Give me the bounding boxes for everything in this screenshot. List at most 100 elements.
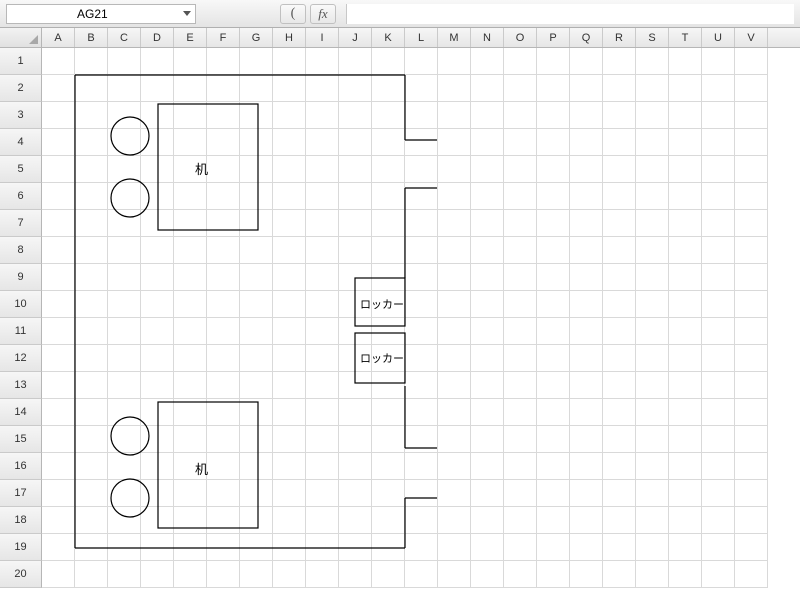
cell[interactable] (174, 507, 207, 534)
column-header[interactable]: O (504, 28, 537, 47)
cell[interactable] (636, 372, 669, 399)
cell[interactable] (669, 345, 702, 372)
cell[interactable] (405, 372, 438, 399)
cell[interactable] (405, 183, 438, 210)
cell[interactable] (702, 291, 735, 318)
column-header[interactable]: V (735, 28, 768, 47)
cell[interactable] (636, 399, 669, 426)
cell[interactable] (570, 318, 603, 345)
row-header[interactable]: 11 (0, 318, 42, 345)
cell[interactable] (702, 129, 735, 156)
cell[interactable] (669, 372, 702, 399)
cell[interactable] (108, 453, 141, 480)
cell[interactable] (471, 156, 504, 183)
cell[interactable] (537, 318, 570, 345)
cell[interactable] (141, 507, 174, 534)
cell[interactable] (42, 480, 75, 507)
cell[interactable] (141, 372, 174, 399)
cell[interactable] (471, 237, 504, 264)
cell[interactable] (273, 129, 306, 156)
cell[interactable] (603, 453, 636, 480)
cell[interactable] (240, 129, 273, 156)
cell[interactable] (669, 453, 702, 480)
cell[interactable] (405, 318, 438, 345)
cell[interactable] (339, 183, 372, 210)
cell[interactable] (207, 318, 240, 345)
cell[interactable] (669, 318, 702, 345)
cell[interactable] (438, 507, 471, 534)
cell[interactable] (42, 291, 75, 318)
cell[interactable] (240, 480, 273, 507)
cell[interactable] (537, 291, 570, 318)
cell[interactable] (735, 48, 768, 75)
cell[interactable] (207, 561, 240, 588)
cell[interactable] (504, 48, 537, 75)
cell[interactable] (141, 291, 174, 318)
cell[interactable] (339, 534, 372, 561)
cell[interactable] (669, 48, 702, 75)
cell[interactable] (75, 210, 108, 237)
cell[interactable] (75, 453, 108, 480)
fx-button[interactable]: fx (310, 4, 336, 24)
cell[interactable] (438, 156, 471, 183)
cell[interactable] (174, 291, 207, 318)
cell[interactable] (603, 480, 636, 507)
cell[interactable] (537, 345, 570, 372)
row-header[interactable]: 17 (0, 480, 42, 507)
cell[interactable] (603, 102, 636, 129)
cell[interactable] (141, 129, 174, 156)
cell[interactable] (669, 156, 702, 183)
cell[interactable] (141, 48, 174, 75)
cell[interactable] (702, 372, 735, 399)
cell[interactable] (504, 480, 537, 507)
cell[interactable] (75, 48, 108, 75)
cell[interactable] (438, 237, 471, 264)
cell[interactable] (339, 561, 372, 588)
cell[interactable] (537, 426, 570, 453)
row-header[interactable]: 2 (0, 75, 42, 102)
cell[interactable] (141, 480, 174, 507)
cell[interactable] (504, 183, 537, 210)
cell[interactable] (570, 453, 603, 480)
cell[interactable] (372, 426, 405, 453)
cell[interactable] (108, 291, 141, 318)
cell[interactable] (240, 291, 273, 318)
cell[interactable] (339, 318, 372, 345)
cell[interactable] (570, 237, 603, 264)
cell[interactable] (471, 264, 504, 291)
cell[interactable] (339, 399, 372, 426)
cell[interactable] (471, 507, 504, 534)
cell[interactable] (141, 318, 174, 345)
cell[interactable] (174, 453, 207, 480)
cell[interactable] (636, 507, 669, 534)
cell[interactable] (141, 237, 174, 264)
cell[interactable] (636, 561, 669, 588)
cell[interactable] (75, 264, 108, 291)
cell[interactable] (537, 102, 570, 129)
cell[interactable] (273, 291, 306, 318)
cell[interactable] (207, 264, 240, 291)
cell[interactable] (141, 345, 174, 372)
column-header[interactable]: F (207, 28, 240, 47)
cell[interactable] (339, 426, 372, 453)
cell[interactable] (702, 453, 735, 480)
cell[interactable] (273, 156, 306, 183)
cell[interactable] (273, 183, 306, 210)
cell[interactable] (273, 453, 306, 480)
cell[interactable] (240, 264, 273, 291)
cell[interactable] (273, 534, 306, 561)
cell[interactable] (273, 264, 306, 291)
cell[interactable] (240, 48, 273, 75)
cell[interactable] (141, 534, 174, 561)
cell[interactable] (537, 75, 570, 102)
cell[interactable] (471, 426, 504, 453)
cell[interactable] (537, 48, 570, 75)
row-header[interactable]: 10 (0, 291, 42, 318)
cell[interactable] (504, 318, 537, 345)
cell[interactable] (471, 345, 504, 372)
cell[interactable] (372, 453, 405, 480)
cell[interactable] (603, 426, 636, 453)
cell[interactable] (306, 561, 339, 588)
cell[interactable] (108, 48, 141, 75)
cell[interactable] (339, 264, 372, 291)
